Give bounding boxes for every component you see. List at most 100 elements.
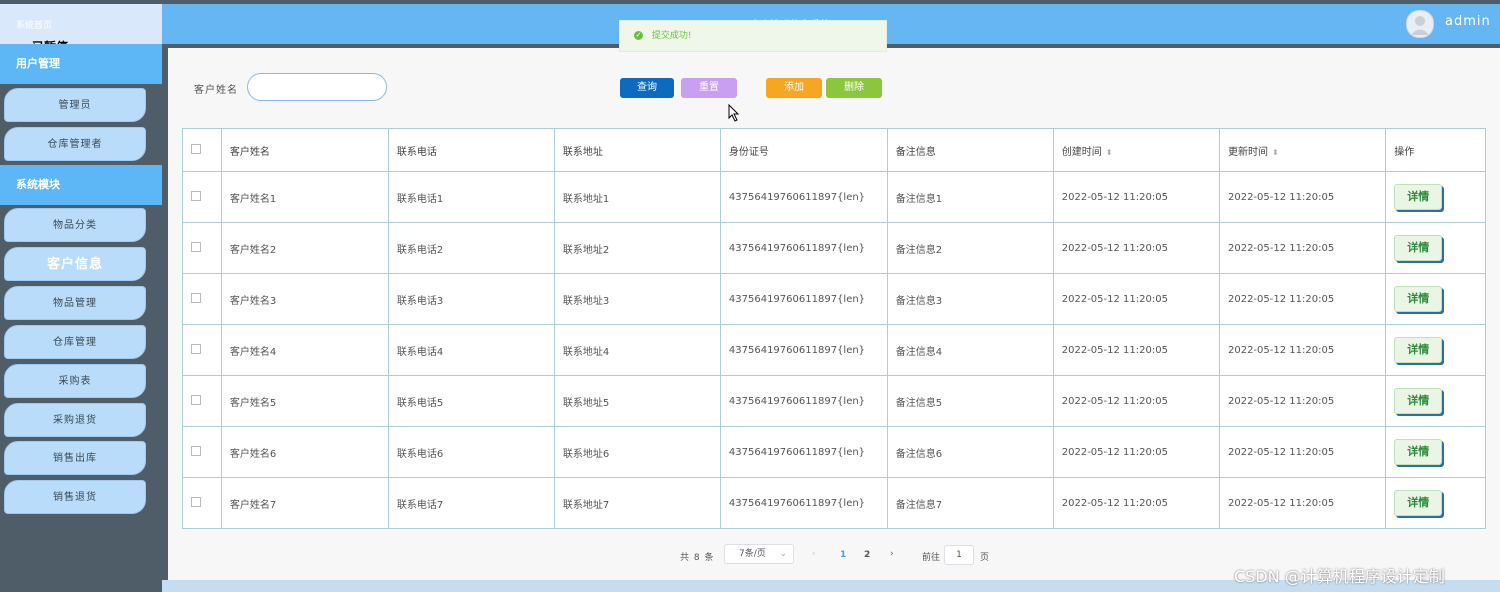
table-cell: 2022-05-12 11:20:05 [1218, 273, 1387, 325]
reset-button[interactable]: 重置 [681, 78, 737, 98]
sidebar-item-sales-out[interactable]: 销售出库 [4, 441, 146, 475]
detail-button[interactable]: 详情 [1394, 235, 1443, 261]
column-label: 联系地址 [562, 146, 603, 158]
sidebar-item-customer-info[interactable]: 客户信息 [4, 247, 146, 281]
watermark: CSDN @计算机程序设计定制 [1234, 567, 1445, 586]
row-select-cell[interactable] [182, 324, 222, 376]
row-select-cell[interactable] [182, 477, 222, 529]
menu-label: 物品分类 [53, 220, 97, 231]
cell-text: 联系地址3 [562, 295, 610, 307]
table-cell: 2022-05-12 11:20:05 [1218, 171, 1387, 223]
detail-button[interactable]: 详情 [1394, 286, 1443, 312]
row-select-cell[interactable] [182, 222, 222, 274]
detail-button[interactable]: 详情 [1394, 388, 1443, 414]
cell-text: 2022-05-12 11:20:05 [1227, 242, 1335, 254]
row-checkbox[interactable] [191, 292, 201, 303]
table-cell: 备注信息4 [886, 324, 1054, 376]
cell-text: 2022-05-12 11:20:05 [1061, 395, 1168, 407]
check-circle-icon: ✓ [634, 31, 643, 40]
cell-text: 43756419760611897{len} [728, 242, 866, 254]
query-button[interactable]: 查询 [620, 78, 674, 98]
row-checkbox[interactable] [191, 394, 201, 405]
sidebar-section-user[interactable]: 用户管理 [0, 44, 162, 84]
next-page-button[interactable]: › [890, 549, 894, 559]
sidebar-item-purchase[interactable]: 采购表 [4, 364, 146, 398]
row-checkbox[interactable] [191, 343, 201, 354]
select-all-checkbox[interactable] [191, 143, 201, 154]
sidebar-item-sales-return[interactable]: 销售退货 [4, 480, 146, 514]
sidebar-item-goods[interactable]: 物品管理 [4, 286, 146, 320]
column-header: 备注信息 [886, 128, 1054, 172]
cell-text: 2022-05-12 11:20:05 [1061, 446, 1168, 458]
detail-button[interactable]: 详情 [1394, 184, 1443, 210]
table-cell: 联系电话6 [387, 426, 555, 478]
detail-button[interactable]: 详情 [1394, 490, 1443, 516]
username[interactable]: admin [1445, 14, 1491, 29]
goto-value: 1 [956, 550, 962, 560]
sort-icon[interactable]: ⬍ [1106, 148, 1113, 157]
page-number-active[interactable]: 1 [840, 550, 846, 560]
detail-button[interactable]: 详情 [1394, 439, 1443, 465]
row-checkbox[interactable] [191, 445, 201, 456]
detail-button[interactable]: 详情 [1394, 337, 1443, 363]
page-number[interactable]: 2 [864, 550, 870, 560]
cell-text: 联系地址2 [562, 244, 610, 256]
delete-button[interactable]: 删除 [826, 78, 882, 98]
row-select-cell[interactable] [182, 171, 222, 223]
menu-label: 仓库管理者 [47, 139, 103, 150]
column-label: 身份证号 [728, 146, 769, 158]
avatar[interactable] [1406, 10, 1434, 38]
page-size-value: 7条/页 [739, 549, 766, 559]
cell-text: 备注信息2 [895, 244, 943, 256]
column-header-sortable[interactable]: 创建时间 ⬍ [1052, 128, 1220, 172]
column-header: 身份证号 [719, 128, 888, 172]
table-cell: 43756419760611897{len} [719, 273, 888, 325]
cell-text: 客户姓名6 [229, 448, 277, 460]
column-label: 客户姓名 [229, 146, 270, 158]
row-checkbox[interactable] [191, 190, 201, 201]
cell-text: 43756419760611897{len} [728, 191, 866, 203]
add-button[interactable]: 添加 [766, 78, 822, 98]
search-label: 客户姓名 [194, 85, 238, 96]
table-row: 客户姓名4 联系电话4 联系地址4 43756419760611897{len} 备注信… [182, 324, 1486, 376]
table-cell: 详情 [1385, 477, 1486, 529]
sort-icon[interactable]: ⬍ [1272, 148, 1279, 157]
table-cell: 客户姓名6 [220, 426, 389, 478]
table-cell: 联系电话5 [387, 375, 555, 427]
cell-text: 2022-05-12 11:20:05 [1061, 293, 1168, 305]
sidebar-item-admin[interactable]: 管理员 [4, 88, 146, 122]
cell-text: 43756419760611897{len} [728, 395, 866, 407]
chevron-down-icon: ⌄ [779, 549, 787, 559]
row-checkbox[interactable] [191, 496, 201, 507]
prev-page-button[interactable]: ‹ [812, 549, 816, 559]
sidebar-home-link[interactable]: 系统首页 已暂停 [0, 4, 162, 54]
row-checkbox[interactable] [191, 241, 201, 252]
cell-text: 备注信息5 [895, 397, 943, 409]
menu-label: 仓库管理 [53, 337, 97, 348]
goto-page-input[interactable]: 1 [944, 545, 974, 565]
row-select-cell[interactable] [182, 375, 222, 427]
table-cell: 备注信息6 [886, 426, 1054, 478]
sidebar-section-module[interactable]: 系统模块 [0, 165, 162, 205]
cell-text: 联系电话2 [396, 244, 444, 256]
sidebar-item-category[interactable]: 物品分类 [4, 208, 146, 242]
cell-text: 备注信息1 [895, 193, 943, 205]
customer-name-input[interactable] [247, 73, 387, 101]
table-cell: 备注信息5 [886, 375, 1054, 427]
table-cell: 联系地址5 [553, 375, 721, 427]
table-cell: 联系电话4 [387, 324, 555, 376]
column-header-sortable[interactable]: 更新时间 ⬍ [1218, 128, 1387, 172]
select-all-cell[interactable] [182, 128, 222, 172]
sidebar-item-warehouse-manager[interactable]: 仓库管理者 [4, 127, 146, 161]
cell-text: 联系地址1 [562, 193, 610, 205]
row-select-cell[interactable] [182, 426, 222, 478]
button-label: 添加 [784, 82, 804, 93]
cell-text: 客户姓名5 [229, 397, 277, 409]
table-cell: 2022-05-12 11:20:05 [1052, 375, 1220, 427]
row-select-cell[interactable] [182, 273, 222, 325]
sidebar-item-warehouse[interactable]: 仓库管理 [4, 325, 146, 359]
column-header: 客户姓名 [220, 128, 389, 172]
page-size-select[interactable]: 7条/页 ⌄ [724, 544, 794, 564]
sidebar-item-purchase-return[interactable]: 采购退货 [4, 403, 146, 437]
cell-text: 43756419760611897{len} [728, 293, 866, 305]
